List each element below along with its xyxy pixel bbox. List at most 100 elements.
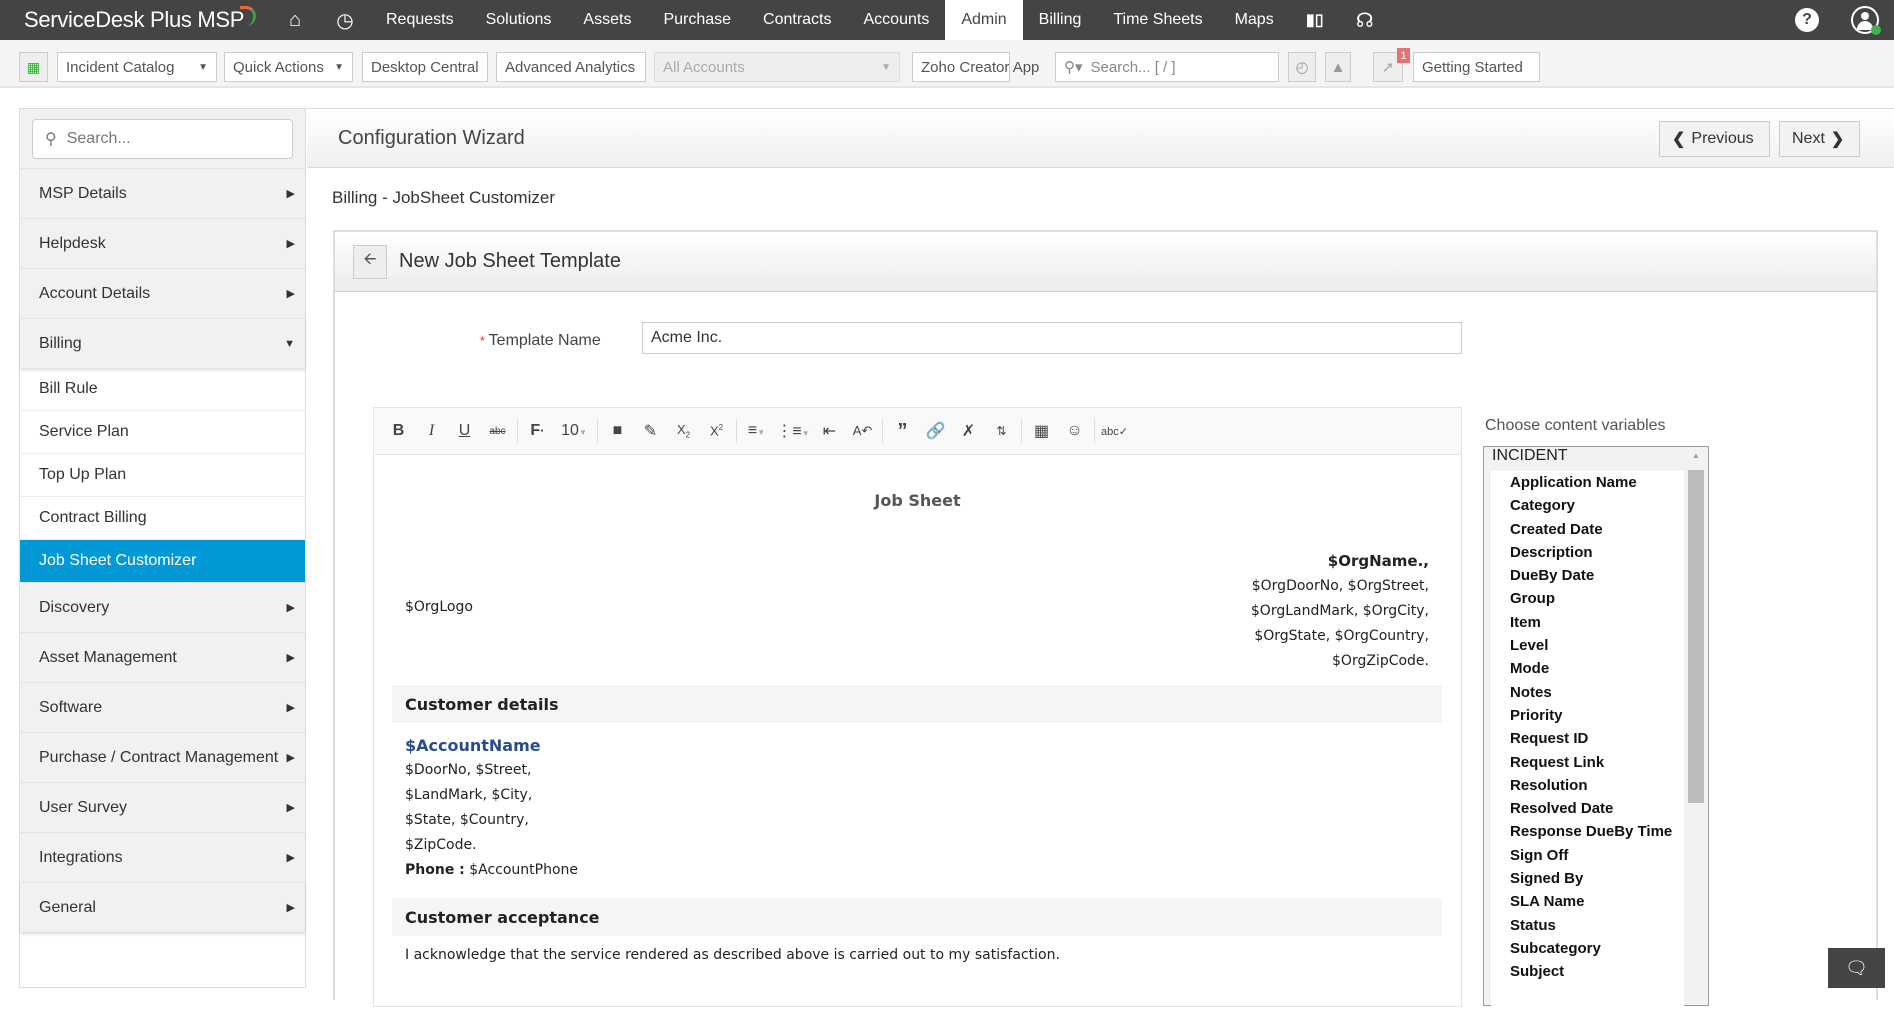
- scrollbar-thumb[interactable]: [1688, 470, 1704, 803]
- sidebar-item-billing[interactable]: Billing ▼: [20, 318, 305, 368]
- global-search-input[interactable]: ⚲▾ Search... [ / ]: [1055, 52, 1279, 82]
- variables-scrollbar[interactable]: ▲: [1688, 451, 1704, 991]
- list-icon[interactable]: ⋮≡▼: [773, 421, 813, 441]
- next-button[interactable]: Next ❯: [1779, 121, 1860, 157]
- variable-option[interactable]: SLA Name: [1491, 890, 1684, 913]
- variable-option[interactable]: Status: [1491, 914, 1684, 937]
- variable-option[interactable]: DueBy Date: [1491, 564, 1684, 587]
- variable-option[interactable]: Mode: [1491, 657, 1684, 680]
- previous-button[interactable]: ❮ Previous: [1659, 121, 1770, 157]
- sidebar-item-purchase-contract-management[interactable]: Purchase / Contract Management ▶: [20, 732, 305, 782]
- line-height-icon[interactable]: ⇅: [985, 424, 1018, 438]
- nav-time-sheets[interactable]: Time Sheets: [1097, 0, 1218, 40]
- sidebar-item-msp-details[interactable]: MSP Details ▶: [20, 168, 305, 218]
- font-size-select[interactable]: 10▼: [554, 422, 594, 440]
- align-icon[interactable]: ≡▼: [740, 422, 773, 440]
- app-logo[interactable]: ServiceDesk Plus MSP: [0, 6, 270, 33]
- font-family-icon[interactable]: F·: [521, 422, 554, 440]
- help-button[interactable]: ?: [1778, 0, 1836, 40]
- sidebar-item-integrations[interactable]: Integrations ▶: [20, 832, 305, 882]
- variable-option[interactable]: Sign Off: [1491, 844, 1684, 867]
- link-icon[interactable]: 🔗: [919, 421, 952, 441]
- new-request-icon[interactable]: ▦: [19, 52, 48, 82]
- sidebar-subitem-contract-billing[interactable]: Contract Billing: [20, 497, 305, 540]
- nav-purchase[interactable]: Purchase: [647, 0, 747, 40]
- getting-started-button[interactable]: Getting Started: [1413, 52, 1540, 82]
- template-name-input[interactable]: [642, 322, 1462, 354]
- sidebar-item-account-details[interactable]: Account Details ▶: [20, 268, 305, 318]
- variable-option[interactable]: Resolution: [1491, 774, 1684, 797]
- variable-option[interactable]: Signed By: [1491, 867, 1684, 890]
- variable-option[interactable]: Subject: [1491, 960, 1684, 983]
- rich-text-editor: B I U abc F· 10▼ ■ ✎ X2 X2 ≡▼ ⋮≡▼ ⇤ A↶ ”…: [373, 407, 1462, 1007]
- nav-assets[interactable]: Assets: [567, 0, 647, 40]
- underline-icon[interactable]: U: [448, 422, 481, 440]
- sidebar-item-helpdesk[interactable]: Helpdesk ▶: [20, 218, 305, 268]
- sidebar-item-discovery[interactable]: Discovery ▶: [20, 582, 305, 632]
- sidebar-subitem-job-sheet-customizer[interactable]: Job Sheet Customizer: [20, 540, 305, 582]
- support-headset-icon[interactable]: ☊: [1340, 0, 1390, 40]
- incident-catalog-dropdown[interactable]: Incident Catalog ▼: [57, 52, 217, 82]
- variable-option[interactable]: Notes: [1491, 681, 1684, 704]
- variable-option[interactable]: Priority: [1491, 704, 1684, 727]
- nav-solutions[interactable]: Solutions: [470, 0, 568, 40]
- variable-option[interactable]: Resolved Date: [1491, 797, 1684, 820]
- bold-icon[interactable]: B: [382, 422, 415, 440]
- variable-option[interactable]: Subcategory: [1491, 937, 1684, 960]
- variable-option[interactable]: Request Link: [1491, 751, 1684, 774]
- dashboard-icon[interactable]: ◷: [320, 0, 370, 40]
- sidebar-subitem-bill-rule[interactable]: Bill Rule: [20, 368, 305, 411]
- variable-option[interactable]: Description: [1491, 541, 1684, 564]
- italic-icon[interactable]: I: [415, 422, 448, 440]
- strikethrough-icon[interactable]: abc: [481, 426, 514, 437]
- scroll-up-icon[interactable]: ▲: [1688, 451, 1704, 460]
- sidebar-item-asset-management[interactable]: Asset Management ▶: [20, 632, 305, 682]
- user-avatar-icon: [1851, 6, 1881, 35]
- subscript-icon[interactable]: X2: [667, 422, 700, 440]
- chat-button[interactable]: 🗨: [1828, 948, 1885, 988]
- nav-accounts[interactable]: Accounts: [848, 0, 946, 40]
- emoji-icon[interactable]: ☺: [1058, 422, 1091, 440]
- sidebar-item-general[interactable]: General ▶: [20, 882, 305, 932]
- nav-admin[interactable]: Admin: [945, 0, 1023, 40]
- home-icon[interactable]: ⌂: [270, 0, 320, 40]
- desktop-central-button[interactable]: Desktop Central: [362, 52, 488, 82]
- zoho-creator-button[interactable]: Zoho Creator App: [912, 52, 1039, 82]
- chevron-right-icon: ▶: [286, 188, 295, 200]
- variable-option[interactable]: Group: [1491, 587, 1684, 610]
- reports-chart-icon[interactable]: ▮▯: [1290, 0, 1340, 40]
- variable-option[interactable]: Created Date: [1491, 518, 1684, 541]
- clear-format-icon[interactable]: A↶: [846, 423, 879, 439]
- sidebar-item-user-survey[interactable]: User Survey ▶: [20, 782, 305, 832]
- text-color-icon[interactable]: ■: [601, 422, 634, 440]
- reminders-icon[interactable]: ◴: [1288, 52, 1316, 82]
- unlink-icon[interactable]: ✗: [952, 421, 985, 441]
- variable-option[interactable]: Response DueBy Time: [1491, 820, 1684, 843]
- indent-icon[interactable]: ⇤: [813, 421, 846, 441]
- notifications-bell-icon[interactable]: ▲: [1325, 52, 1351, 82]
- blockquote-icon[interactable]: ”: [886, 420, 919, 443]
- sidebar-subitem-top-up-plan[interactable]: Top Up Plan: [20, 454, 305, 497]
- spellcheck-icon[interactable]: abc✓: [1098, 425, 1131, 438]
- variable-option[interactable]: Level: [1491, 634, 1684, 657]
- superscript-icon[interactable]: X2: [700, 423, 733, 438]
- variable-option[interactable]: Application Name: [1491, 471, 1684, 494]
- user-profile-button[interactable]: [1836, 0, 1894, 40]
- nav-billing[interactable]: Billing: [1023, 0, 1098, 40]
- variable-option[interactable]: Request ID: [1491, 727, 1684, 750]
- account-select[interactable]: All Accounts ▼: [654, 52, 900, 82]
- nav-maps[interactable]: Maps: [1219, 0, 1290, 40]
- sidebar-subitem-service-plan[interactable]: Service Plan: [20, 411, 305, 454]
- table-icon[interactable]: ▦: [1025, 421, 1058, 441]
- sidebar-item-software[interactable]: Software ▶: [20, 682, 305, 732]
- highlight-color-icon[interactable]: ✎: [634, 421, 667, 441]
- nav-requests[interactable]: Requests: [370, 0, 470, 40]
- advanced-analytics-button[interactable]: Advanced Analytics: [496, 52, 646, 82]
- content-variables-list[interactable]: INCIDENT Application Name Category Created…: [1483, 446, 1709, 1011]
- back-arrow-icon[interactable]: 🡨: [353, 244, 387, 279]
- variable-option[interactable]: Category: [1491, 494, 1684, 517]
- quick-actions-dropdown[interactable]: Quick Actions ▼: [224, 52, 353, 82]
- nav-contracts[interactable]: Contracts: [747, 0, 847, 40]
- variable-option[interactable]: Item: [1491, 611, 1684, 634]
- sidebar-search-input[interactable]: ⚲ Search...: [32, 119, 293, 159]
